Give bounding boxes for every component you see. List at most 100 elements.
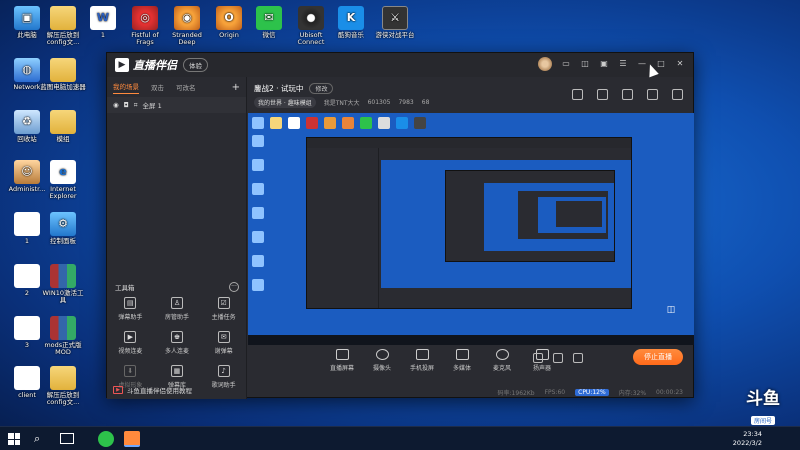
stream-preview[interactable]: ◫ bbox=[248, 113, 694, 345]
nested-preview-window bbox=[306, 137, 632, 309]
tool-label: 主播任务 bbox=[211, 314, 236, 321]
search-icon[interactable]: ⌕ bbox=[34, 433, 40, 445]
tool-icon: ⬇ bbox=[124, 365, 137, 377]
desktop-icon[interactable]: W1 bbox=[80, 6, 126, 39]
source-control[interactable]: 直播屏幕 bbox=[328, 349, 356, 372]
desktop-icon-image bbox=[50, 6, 76, 30]
taskbar-app-green[interactable] bbox=[98, 431, 114, 447]
tool-item[interactable]: ▤ 弹幕助手 bbox=[107, 297, 154, 321]
desktop-icon-image: ✉ bbox=[256, 6, 282, 30]
close-icon[interactable]: ✕ bbox=[675, 59, 685, 69]
tool-icon: ▦ bbox=[170, 365, 183, 377]
avatar[interactable] bbox=[538, 57, 552, 71]
desktop-icon-label: 解压后放到config文... bbox=[46, 391, 80, 407]
tab-my-scene[interactable]: 我的场景 bbox=[113, 81, 139, 94]
stream-title-row: 鏖战2 · 试玩中 修改 bbox=[254, 83, 334, 94]
windows-taskbar: ⌕ 23:34 2022/3/2 bbox=[0, 426, 800, 450]
desktop-icon-image bbox=[298, 6, 324, 30]
more-icon[interactable]: ··· bbox=[229, 282, 239, 292]
start-button[interactable] bbox=[8, 433, 20, 445]
douyu-logo: 斗鱼 bbox=[746, 389, 780, 409]
desktop-icon[interactable]: e Internet Explorer bbox=[40, 160, 86, 201]
eye-icon[interactable] bbox=[553, 353, 563, 363]
edit-title-button[interactable]: 修改 bbox=[309, 83, 334, 94]
tool-icon: ☑ bbox=[217, 297, 230, 309]
lock-icon[interactable] bbox=[597, 89, 608, 100]
record-icon[interactable] bbox=[533, 353, 543, 363]
desktop-icon[interactable]: ✉ 微信 bbox=[246, 6, 292, 39]
desktop-icon[interactable]: WIN10激活工具 bbox=[40, 264, 86, 305]
tool-item[interactable]: ♙ 房管助手 bbox=[154, 297, 201, 321]
source-control-label: 多媒体 bbox=[452, 365, 471, 372]
fps: FPS:60 bbox=[544, 388, 566, 396]
taskbar-app-live-companion[interactable] bbox=[124, 431, 140, 447]
scene-item[interactable]: ◉ ◘ ⌗ 全屏 1 bbox=[107, 97, 246, 113]
tool-label: 谢弹幕 bbox=[214, 348, 233, 355]
tab-double-click[interactable]: 双击 bbox=[151, 82, 164, 92]
desktop-icon[interactable]: 模组 bbox=[40, 110, 86, 143]
app-logo-icon: ▶ bbox=[115, 58, 129, 72]
preview-desktop-column bbox=[252, 135, 264, 291]
calendar-icon[interactable] bbox=[622, 89, 633, 100]
desktop-icon-image: ⚔ bbox=[382, 6, 408, 30]
source-control-label: 麦克风 bbox=[492, 365, 511, 372]
stream-meta: 我的世界 · 趣味模组 我是TNT大大 601305 7983 68 bbox=[254, 97, 429, 108]
app-logo: ▶ 直播伴侣 体验 bbox=[115, 57, 208, 73]
layout-icon[interactable] bbox=[572, 89, 583, 100]
desktop-icon-image bbox=[14, 366, 40, 390]
fullscreen-icon: ⌗ bbox=[133, 100, 138, 109]
tool-item[interactable]: ▶ 视频连麦 bbox=[107, 331, 154, 355]
app-title: 直播伴侣 bbox=[133, 59, 177, 72]
desktop-icon[interactable]: ◉ Stranded Deep bbox=[164, 6, 210, 47]
desktop-icon[interactable]: 蓝图电脑加速器 bbox=[40, 58, 86, 91]
toolbox-title: 工具箱 bbox=[115, 284, 135, 292]
tab-rename[interactable]: 可改名 bbox=[176, 82, 196, 92]
source-control[interactable]: 手机投屏 bbox=[408, 349, 436, 372]
maximize-icon[interactable]: □ bbox=[656, 59, 666, 69]
version-badge[interactable]: 体验 bbox=[183, 58, 208, 72]
stop-stream-button[interactable]: 停止直播 bbox=[633, 349, 683, 365]
scene-tabs: 我的场景 双击 可改名 + bbox=[107, 77, 246, 97]
source-control[interactable]: 摄像头 bbox=[368, 349, 396, 372]
lock-icon[interactable]: ◘ bbox=[124, 101, 129, 109]
desktop-icon[interactable]: mods正式版 MOD bbox=[40, 316, 86, 357]
desktop-icon[interactable]: K 酷狗音乐 bbox=[328, 6, 374, 39]
source-control-label: 手机投屏 bbox=[409, 365, 434, 372]
source-controls: 直播屏幕 摄像头 手机投屏 多媒体 麦克风 扬声器 bbox=[328, 349, 556, 372]
tool-label: 弹幕助手 bbox=[118, 314, 143, 321]
desktop-icon[interactable]: ◎ Fistful of Frags bbox=[122, 6, 168, 47]
source-control[interactable]: 多媒体 bbox=[448, 349, 476, 372]
desktop-icon[interactable]: ⚔ 游侠对战平台 bbox=[372, 6, 418, 39]
skin-icon[interactable]: ▣ bbox=[599, 59, 609, 69]
tool-item[interactable]: ♪ 歌词助手 bbox=[200, 365, 247, 389]
app-titlebar[interactable]: ▶ 直播伴侣 体验 ▭ ◫ ▣ ☰ — □ ✕ bbox=[107, 53, 693, 77]
desktop-icon[interactable]: ⚙ 控制面板 bbox=[40, 212, 86, 245]
tool-item[interactable]: ☑ 主播任务 bbox=[200, 297, 247, 321]
task-view-icon[interactable] bbox=[60, 433, 74, 444]
screen-icon[interactable]: ◫ bbox=[580, 59, 590, 69]
desktop-icon-label: 游侠对战平台 bbox=[375, 31, 415, 39]
preview-watermark: ◫ bbox=[666, 305, 676, 315]
fans-count: 68 bbox=[421, 99, 430, 106]
desktop-icon-label: 微信 bbox=[262, 31, 276, 39]
menu-icon[interactable]: ☰ bbox=[618, 59, 628, 69]
system-clock[interactable]: 23:34 2022/3/2 bbox=[733, 430, 762, 448]
tool-item[interactable]: ♚ 多人连麦 bbox=[154, 331, 201, 355]
desktop-icon-image: ◍ bbox=[14, 58, 40, 82]
share-icon[interactable] bbox=[672, 89, 683, 100]
source-control[interactable]: 麦克风 bbox=[488, 349, 516, 372]
add-scene-icon[interactable]: + bbox=[232, 82, 240, 93]
desktop-icon-label: 1 bbox=[100, 31, 106, 39]
eye-icon[interactable]: ◉ bbox=[113, 101, 119, 109]
bell-icon[interactable] bbox=[647, 89, 658, 100]
message-icon[interactable]: ▭ bbox=[561, 59, 571, 69]
tool-label: 视频连麦 bbox=[118, 348, 143, 355]
titlebar-actions: ▭ ◫ ▣ ☰ — □ ✕ bbox=[538, 57, 685, 71]
settings-icon[interactable] bbox=[573, 353, 583, 363]
tool-icon: ♪ bbox=[217, 365, 230, 377]
desktop-icon-image bbox=[50, 110, 76, 134]
tutorial-link[interactable]: ▶ 斗鱼直播伴侣使用教程 bbox=[113, 385, 192, 395]
desktop-icon[interactable]: 解压后放到config文... bbox=[40, 366, 86, 407]
tool-item[interactable]: ✉ 谢弹幕 bbox=[200, 331, 247, 355]
category-tag[interactable]: 我的世界 · 趣味模组 bbox=[254, 97, 316, 108]
